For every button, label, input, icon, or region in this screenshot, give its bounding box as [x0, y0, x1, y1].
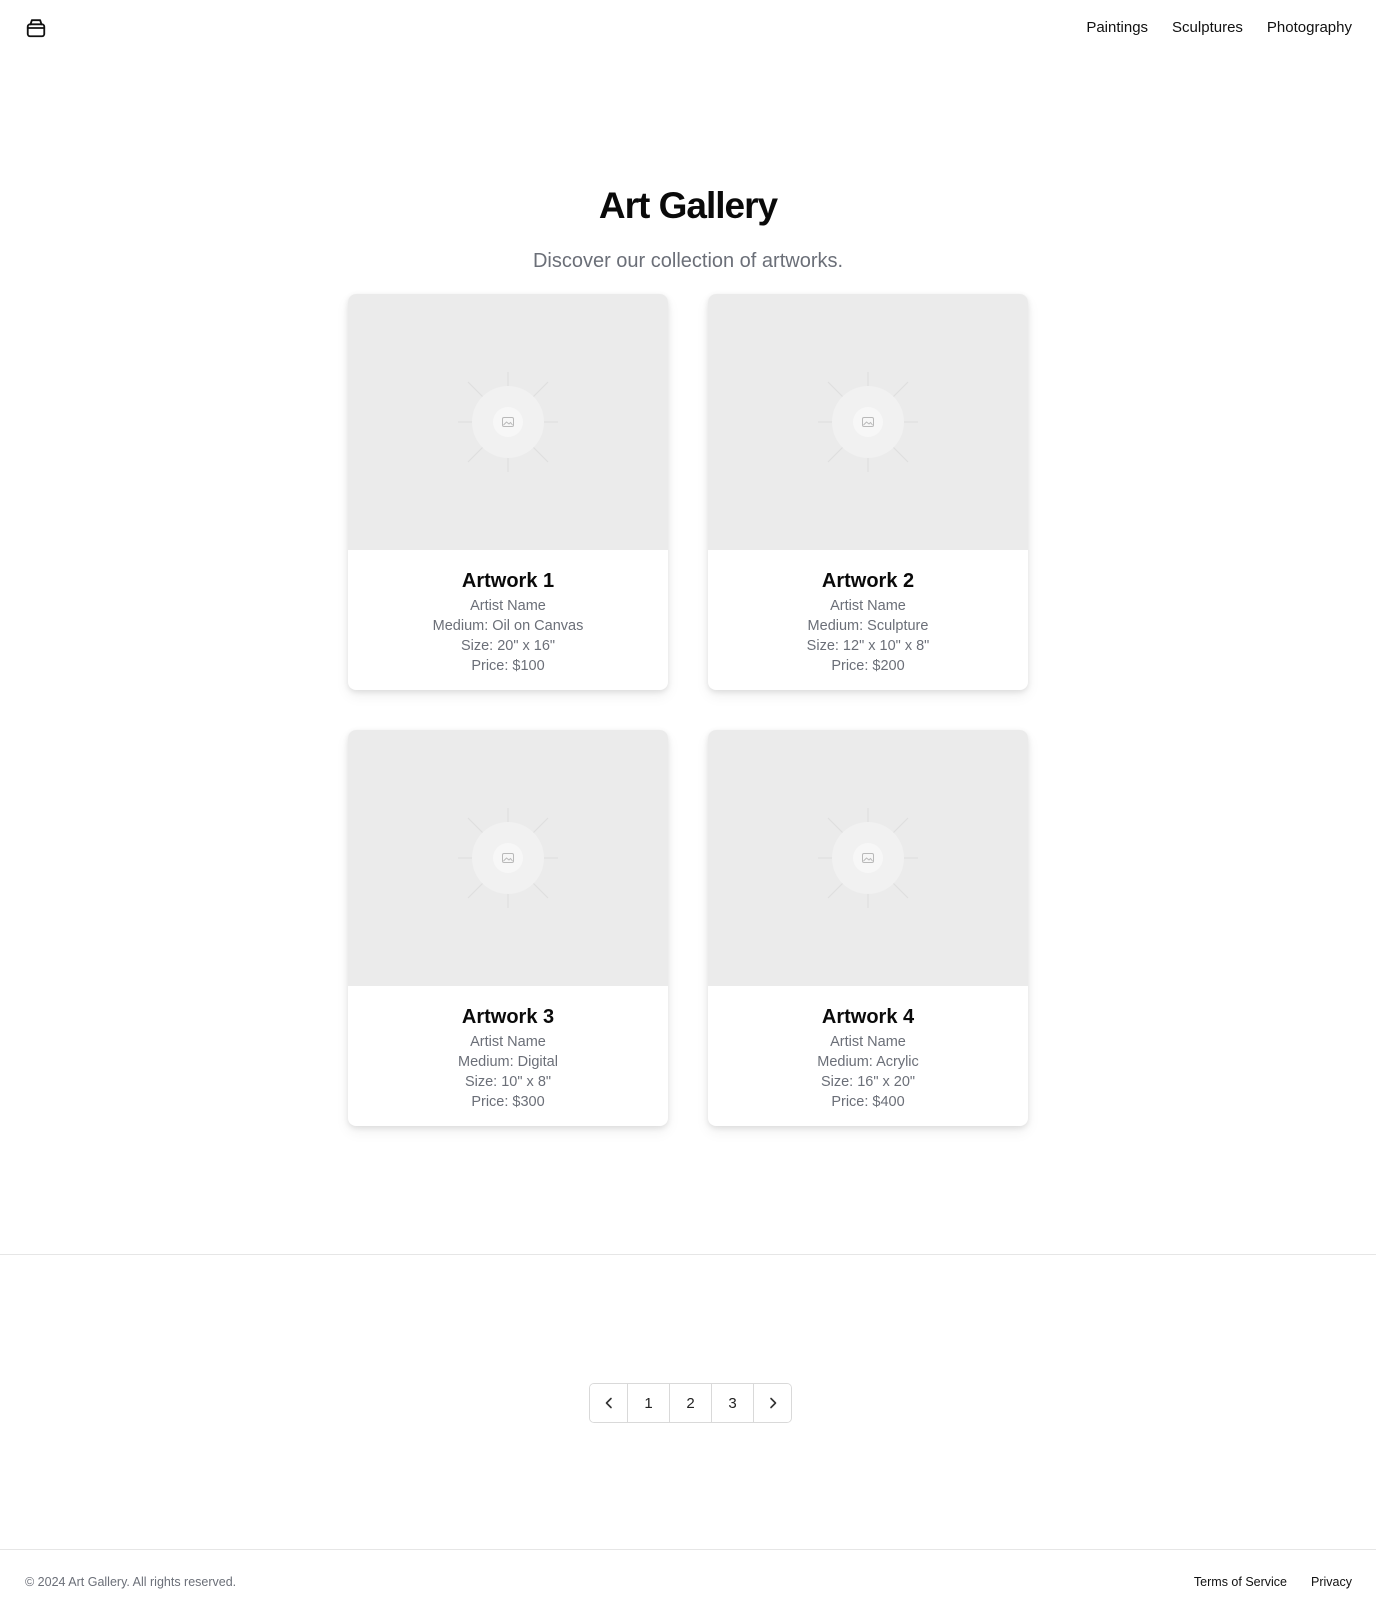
previous-page-button[interactable]: [590, 1384, 628, 1422]
artwork-image: [348, 294, 668, 550]
site-header: Paintings Sculptures Photography: [0, 0, 1376, 56]
artwork-title: Artwork 1: [461, 570, 555, 592]
artwork-artist: Artist Name: [830, 598, 906, 614]
artwork-size: Size: 10" x 8": [464, 1074, 552, 1090]
terms-of-service-link[interactable]: Terms of Service: [1194, 1574, 1287, 1590]
artwork-grid: Artwork 1 Artist Name Medium: Oil on Can…: [348, 294, 1028, 1126]
privacy-link[interactable]: Privacy: [1311, 1574, 1352, 1590]
artwork-details: Artwork 4 Artist Name Medium: Acrylic Si…: [708, 986, 1028, 1112]
artwork-details: Artwork 2 Artist Name Medium: Sculpture …: [708, 550, 1028, 676]
artwork-title: Artwork 2: [821, 570, 915, 592]
artwork-image: [348, 730, 668, 986]
footer-divider: [0, 1549, 1376, 1550]
artwork-price: Price: $100: [471, 658, 545, 674]
image-placeholder-icon: [818, 372, 918, 472]
artwork-price: Price: $400: [831, 1094, 905, 1110]
page-button-2[interactable]: 2: [670, 1384, 712, 1422]
artwork-card[interactable]: Artwork 4 Artist Name Medium: Acrylic Si…: [708, 730, 1028, 1126]
footer-links: Terms of Service Privacy: [1194, 1574, 1352, 1590]
artwork-image: [708, 294, 1028, 550]
artwork-size: Size: 16" x 20": [820, 1074, 916, 1090]
pagination: 1 2 3: [589, 1383, 792, 1423]
artwork-artist: Artist Name: [470, 598, 546, 614]
image-placeholder-icon: [458, 808, 558, 908]
artwork-title: Artwork 4: [821, 1006, 915, 1028]
artwork-price: Price: $200: [831, 658, 905, 674]
artwork-medium: Medium: Acrylic: [817, 1054, 919, 1070]
nav-link-sculptures[interactable]: Sculptures: [1172, 18, 1243, 38]
nav-link-photography[interactable]: Photography: [1267, 18, 1352, 38]
artwork-title: Artwork 3: [461, 1006, 555, 1028]
artwork-price: Price: $300: [471, 1094, 545, 1110]
nav-link-paintings[interactable]: Paintings: [1086, 18, 1148, 38]
image-placeholder-icon: [818, 808, 918, 908]
artwork-card[interactable]: Artwork 2 Artist Name Medium: Sculpture …: [708, 294, 1028, 690]
image-placeholder-icon: [458, 372, 558, 472]
artwork-artist: Artist Name: [470, 1034, 546, 1050]
main-nav: Paintings Sculptures Photography: [1086, 18, 1352, 38]
artwork-size: Size: 20" x 16": [460, 638, 556, 654]
chevron-right-icon: [769, 1397, 776, 1409]
artwork-image: [708, 730, 1028, 986]
artwork-medium: Medium: Digital: [458, 1054, 558, 1070]
artwork-card[interactable]: Artwork 3 Artist Name Medium: Digital Si…: [348, 730, 668, 1126]
artwork-details: Artwork 3 Artist Name Medium: Digital Si…: [348, 986, 668, 1112]
chevron-left-icon: [605, 1397, 612, 1409]
artwork-size: Size: 12" x 10" x 8": [806, 638, 930, 654]
artwork-details: Artwork 1 Artist Name Medium: Oil on Can…: [348, 550, 668, 676]
page-title: Art Gallery: [598, 185, 778, 226]
next-page-button[interactable]: [754, 1384, 791, 1422]
page-button-1[interactable]: 1: [628, 1384, 670, 1422]
section-divider: [0, 1254, 1376, 1255]
artwork-medium: Medium: Oil on Canvas: [432, 618, 584, 634]
artwork-card[interactable]: Artwork 1 Artist Name Medium: Oil on Can…: [348, 294, 668, 690]
package-icon[interactable]: [25, 17, 47, 39]
page-subtitle: Discover our collection of artworks.: [532, 250, 844, 272]
page-button-3[interactable]: 3: [712, 1384, 754, 1422]
artwork-medium: Medium: Sculpture: [807, 618, 929, 634]
artwork-artist: Artist Name: [830, 1034, 906, 1050]
copyright-text: © 2024 Art Gallery. All rights reserved.: [25, 1575, 237, 1589]
